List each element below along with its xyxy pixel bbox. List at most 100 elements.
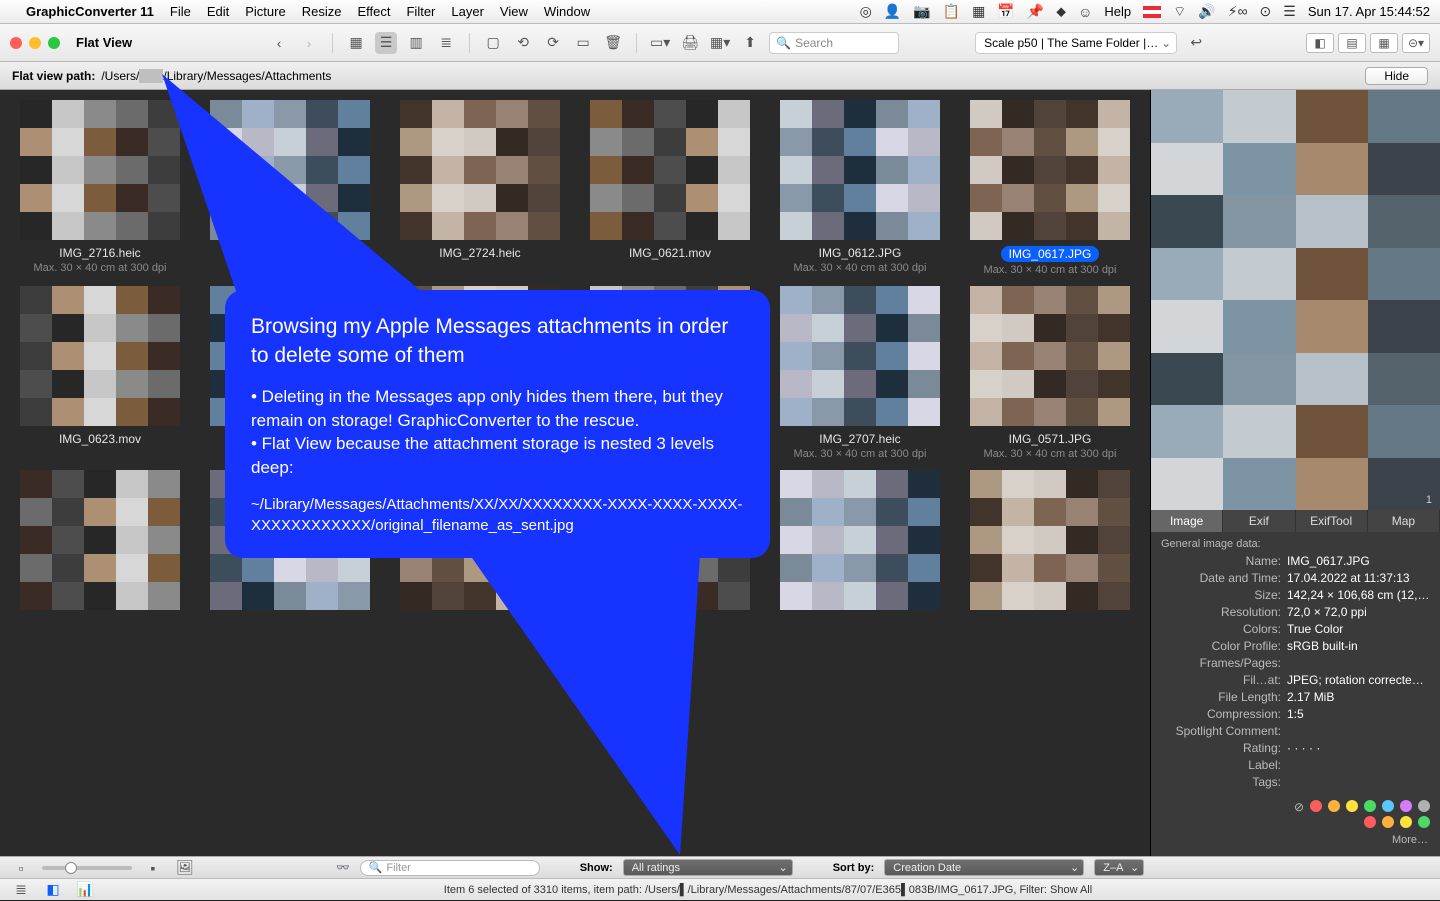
package-icon[interactable]: ▦ [972, 3, 985, 20]
label-colors[interactable]: ⊘ [1151, 796, 1440, 816]
zoom-in-button[interactable]: ▪ [142, 857, 164, 879]
tag-color-dot[interactable] [1400, 816, 1412, 828]
annotation-callout: Browsing my Apple Messages attachments i… [225, 290, 770, 558]
menu-edit[interactable]: Edit [207, 4, 229, 19]
menu-effect[interactable]: Effect [357, 4, 390, 19]
window-mode-button[interactable]: ▭▾ [649, 32, 671, 54]
metadata-key: Rating: [1161, 741, 1281, 755]
menu-resize[interactable]: Resize [302, 4, 342, 19]
view-list-button[interactable]: ☰ [375, 32, 397, 54]
label-color-dot[interactable] [1418, 800, 1430, 812]
thumbnail-item[interactable]: IMG_0617.JPGMax. 30 × 40 cm at 300 dpi [958, 100, 1142, 276]
sort-order-select[interactable]: Z–A [1094, 859, 1144, 876]
label-color-dot[interactable] [1400, 800, 1412, 812]
label-color-dot[interactable] [1382, 800, 1394, 812]
metadata-key: Date and Time: [1161, 571, 1281, 585]
menu-help[interactable]: Help [1104, 4, 1131, 19]
bolt-icon[interactable]: ⬥ [1056, 3, 1066, 20]
thumbnail-filename: IMG_0571.JPG [1009, 432, 1092, 446]
tab-exif[interactable]: Exif [1223, 510, 1295, 532]
tab-image[interactable]: Image [1151, 510, 1223, 532]
view-gallery-button[interactable]: ≣ [435, 32, 457, 54]
preset-select[interactable]: Scale p50 | The Same Folder |… [975, 32, 1177, 54]
menu-file[interactable]: File [170, 4, 191, 19]
tag-color-dot[interactable] [1418, 816, 1430, 828]
label-none-icon[interactable]: ⊘ [1294, 800, 1304, 812]
share-button[interactable]: ⬆︎ [739, 32, 761, 54]
thumbnail-item[interactable]: IMG_0571.JPGMax. 30 × 40 cm at 300 dpi [958, 286, 1142, 460]
rotate-right-button[interactable]: ⟳ [542, 32, 564, 54]
metadata-row: Color Profile:sRGB built-in [1161, 639, 1430, 653]
zoom-out-button[interactable]: ▫ [10, 857, 32, 879]
menu-filter[interactable]: Filter [406, 4, 435, 19]
thumbnail-mode-icon[interactable]: 🖼 [174, 857, 196, 879]
view-columns-button[interactable]: ▥ [405, 32, 427, 54]
inspector-metadata: General image data: Name:IMG_0617.JPGDat… [1151, 532, 1440, 796]
pin-icon[interactable]: 📌 [1027, 3, 1044, 20]
glasses-icon[interactable]: 👓 [336, 861, 350, 874]
zoom-window-button[interactable] [48, 37, 60, 49]
user-icon[interactable]: 👤 [884, 3, 901, 20]
play-icon[interactable]: ⊙ [1260, 3, 1272, 20]
menu-layer[interactable]: Layer [451, 4, 484, 19]
tab-exiftool[interactable]: ExifTool [1296, 510, 1368, 532]
app-name-menu[interactable]: GraphicConverter 11 [26, 4, 154, 19]
settings-button[interactable]: ⊝▾ [1402, 33, 1430, 53]
nav-forward-button[interactable]: › [298, 32, 320, 54]
undo-button[interactable]: ↩ [1185, 32, 1207, 54]
control-center-icon[interactable]: ☰ [1283, 3, 1296, 20]
label-color-dot[interactable] [1346, 800, 1358, 812]
metadata-row: Name:IMG_0617.JPG [1161, 554, 1430, 568]
wifi-icon[interactable]: ⌔ [1173, 3, 1186, 21]
sort-select[interactable]: Creation Date [884, 859, 1084, 876]
hide-pathbar-button[interactable]: Hide [1365, 67, 1428, 85]
toggle-sidebar-button[interactable]: ◧ [1306, 33, 1334, 53]
tag-button[interactable]: ▢ [482, 32, 504, 54]
menu-picture[interactable]: Picture [245, 4, 285, 19]
callout-path: ~/Library/Messages/Attachments/XX/XX/XXX… [251, 494, 744, 536]
slideshow-button[interactable]: ▭ [572, 32, 594, 54]
menu-window[interactable]: Window [544, 4, 590, 19]
power-icon[interactable]: ⚡︎∞ [1228, 3, 1248, 20]
metadata-row: Frames/Pages: [1161, 656, 1430, 670]
tab-map[interactable]: Map [1368, 510, 1440, 532]
search-input[interactable]: 🔍 Search [769, 32, 899, 54]
sync-icon[interactable]: ☺ [1078, 4, 1092, 20]
metadata-row: Date and Time:17.04.2022 at 11:37:13 [1161, 571, 1430, 585]
camera-icon[interactable]: 📷 [913, 3, 930, 20]
preview-image[interactable]: 1 [1151, 90, 1440, 510]
label-color-dot[interactable] [1328, 800, 1340, 812]
status-panel-icon[interactable]: ◧ [42, 879, 64, 901]
clipboard-icon[interactable]: 📋 [943, 3, 960, 20]
flag-icon[interactable] [1143, 6, 1161, 18]
toggle-preview-button[interactable]: ▤ [1338, 33, 1366, 53]
status-icon[interactable]: ◎ [860, 3, 872, 20]
trash-button[interactable]: 🗑 [602, 32, 624, 54]
inspector-panel: 1 Image Exif ExifTool Map General image … [1150, 90, 1440, 856]
minimize-window-button[interactable] [29, 37, 41, 49]
thumbnail-item[interactable] [958, 470, 1142, 616]
search-icon: 🔍 [776, 36, 791, 50]
menu-view[interactable]: View [500, 4, 528, 19]
tag-colors[interactable] [1151, 816, 1440, 832]
menubar: GraphicConverter 11 File Edit Picture Re… [0, 0, 1440, 24]
print-button[interactable]: 🖨 [679, 32, 701, 54]
grid-mode-button[interactable]: ▦▾ [709, 32, 731, 54]
status-histogram-icon[interactable]: 📊 [74, 879, 96, 901]
clock[interactable]: Sun 17. Apr 15:44:52 [1308, 4, 1430, 19]
tag-color-dot[interactable] [1382, 816, 1394, 828]
tag-color-dot[interactable] [1364, 816, 1376, 828]
calendar-icon[interactable]: 📅 [997, 3, 1014, 20]
toggle-inspector-button[interactable]: ▦ [1370, 33, 1398, 53]
rotate-left-button[interactable]: ⟲ [512, 32, 534, 54]
thumbnail-size-slider[interactable] [42, 866, 132, 870]
view-icons-button[interactable]: ▦ [345, 32, 367, 54]
volume-icon[interactable]: 🔊 [1198, 3, 1215, 20]
status-list-icon[interactable]: ≣ [10, 879, 32, 901]
label-color-dot[interactable] [1310, 800, 1322, 812]
status-text: Item 6 selected of 3310 items, item path… [444, 884, 1092, 896]
label-color-dot[interactable] [1364, 800, 1376, 812]
nav-back-button[interactable]: ‹ [268, 32, 290, 54]
more-button[interactable]: More… [1151, 832, 1440, 852]
close-window-button[interactable] [10, 37, 22, 49]
